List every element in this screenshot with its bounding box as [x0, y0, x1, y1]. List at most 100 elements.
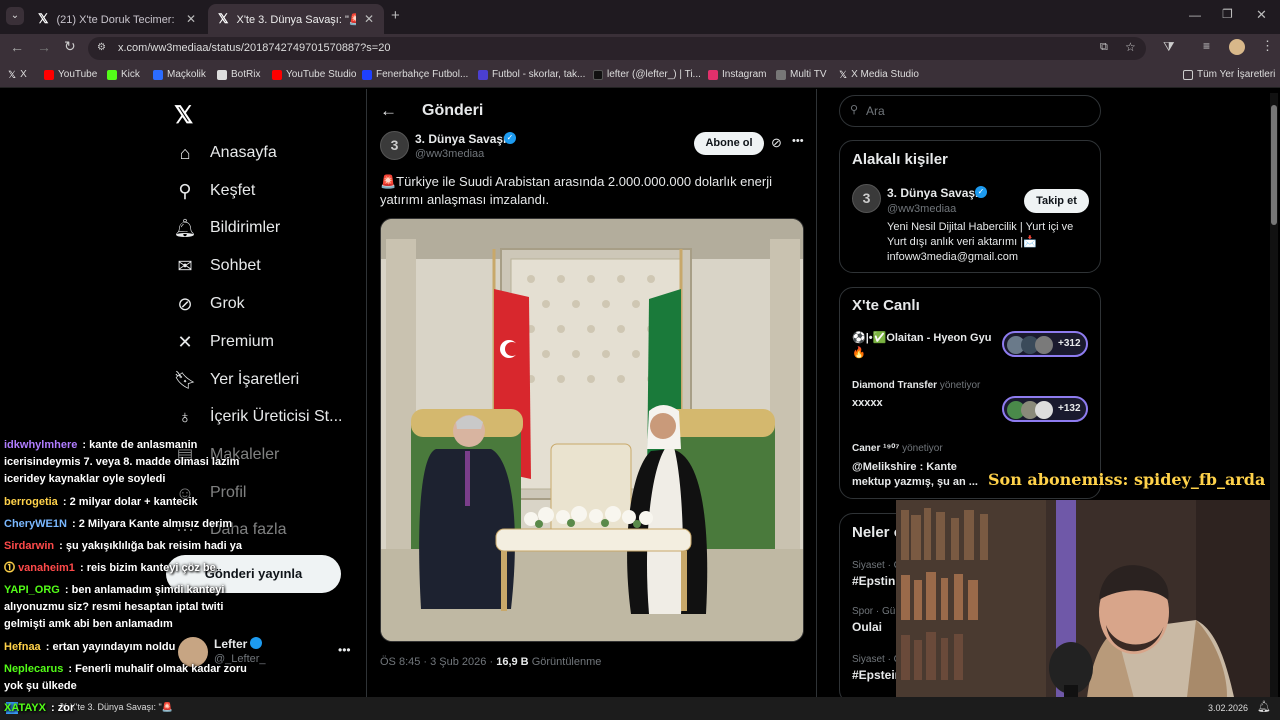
- nav-creator-studio[interactable]: ♁ İçerik Üreticisi St...: [174, 406, 342, 428]
- site-info-icon[interactable]: ⚙: [97, 42, 106, 53]
- media-icon[interactable]: ≡: [1203, 39, 1210, 53]
- x-icon: 𝕏: [839, 69, 848, 81]
- menu-icon[interactable]: ⋮: [1261, 38, 1274, 54]
- host-status: yönetiyor: [939, 380, 981, 391]
- webcam-overlay: [896, 500, 1270, 706]
- creator-icon: ♁: [178, 406, 192, 427]
- taskbar-date[interactable]: 3.02.2026: [1208, 703, 1248, 713]
- bookmark-youtube-studio[interactable]: YouTube Studio: [272, 69, 356, 80]
- listener-count: +132: [1058, 403, 1081, 414]
- related-people-panel: Alakalı kişiler 3 3. Dünya Savaşı ✓ @ww3…: [839, 140, 1101, 273]
- trend-item[interactable]: Spor · Gün Oulai: [852, 606, 901, 634]
- trend-item[interactable]: Siyaset · G #Epstin: [852, 560, 901, 588]
- bookmark-x[interactable]: 𝕏X: [8, 69, 27, 81]
- bookmark-youtube[interactable]: YouTube: [44, 69, 97, 80]
- multitv-icon: [776, 69, 786, 80]
- tab-title: (21) X'te Doruk Tecimer: " 🚨 Ö: [56, 13, 177, 26]
- chat-username: vanaheim1: [18, 562, 75, 574]
- bookmark-x-media-studio[interactable]: 𝕏X Media Studio: [839, 69, 919, 81]
- tab-1[interactable]: 𝕏 (21) X'te Doruk Tecimer: " 🚨 Ö ✕: [28, 4, 206, 34]
- live-item[interactable]: ⚽|•✅Olaitan - Hyeon Gyu 🔥 +312: [852, 331, 1092, 361]
- bookmark-tiktok[interactable]: lefter (@lefter_) | Ti...: [593, 69, 701, 80]
- close-icon[interactable]: ✕: [186, 12, 196, 26]
- author-name[interactable]: 3. Dünya Savaşı: [415, 132, 506, 146]
- chat-message: XATAYX : zor: [4, 702, 75, 714]
- restore-button[interactable]: ❐: [1222, 7, 1233, 21]
- bookmark-all[interactable]: Tüm Yer İşaretleri: [1183, 69, 1275, 80]
- post-column: ← Gönderi 3 3. Dünya Savaşı ✓ @ww3mediaa…: [366, 89, 817, 704]
- bookmark-icon: 🔖︎: [173, 369, 197, 390]
- avatar[interactable]: [1229, 39, 1245, 55]
- mail-icon: ✉: [177, 255, 193, 276]
- grok-icon[interactable]: ⊘: [771, 135, 782, 151]
- reload-icon[interactable]: ↻: [64, 38, 76, 55]
- nav-home[interactable]: ⌂ Anasayfa: [174, 142, 277, 164]
- chat-username: idkwhylmhere: [4, 439, 78, 451]
- x-logo-icon: 𝕏: [38, 11, 49, 26]
- post-time[interactable]: ÖS 8:45 · 3 Şub 2026 ·: [380, 656, 493, 668]
- close-icon[interactable]: ✕: [364, 12, 374, 26]
- panel-title: X'te Canlı: [852, 297, 920, 314]
- back-icon[interactable]: ←: [10, 39, 24, 55]
- nav-messages[interactable]: ✉ Sohbet: [174, 255, 260, 277]
- trend-item[interactable]: Siyaset · G #Epstein: [852, 654, 902, 682]
- address-bar[interactable]: ⚙ x.com/ww3mediaa/status/201874274970157…: [88, 37, 1146, 60]
- x-logo-icon[interactable]: 𝕏: [174, 101, 193, 130]
- tab-2[interactable]: 𝕏 X'te 3. Dünya Savaşı: "🚨Türkiy ✕: [208, 4, 384, 34]
- forward-icon[interactable]: →: [37, 39, 51, 55]
- chat-message: idkwhylmhere : kante de anlasmanin iceri…: [4, 439, 240, 485]
- chat-message: ⓵ vanaheim1 : reis bizim kanteyi çöz be: [4, 562, 216, 574]
- photo-illustration: [381, 219, 803, 641]
- webcam-image: [896, 500, 1270, 706]
- post-text: 🚨Türkiye ile Suudi Arabistan arasında 2.…: [380, 174, 772, 207]
- scrollbar[interactable]: [1270, 93, 1278, 701]
- listener-count: +312: [1058, 338, 1081, 349]
- follow-button[interactable]: Takip et: [1024, 189, 1089, 213]
- more-icon[interactable]: •••: [792, 135, 804, 147]
- bookmark-mackolik[interactable]: Maçkolik: [153, 69, 206, 80]
- nav-explore[interactable]: ⚲ Keşfet: [174, 180, 255, 202]
- post-image[interactable]: [380, 218, 804, 642]
- chat-text: şu yakışıklılığa bak reisim hadi ya: [65, 540, 242, 552]
- kick-icon: [107, 69, 117, 80]
- bookmark-kick[interactable]: Kick: [107, 69, 140, 80]
- chat-username: Neplecarus: [4, 663, 64, 675]
- author-avatar[interactable]: 3: [380, 131, 409, 160]
- nav-grok[interactable]: ⊘ Grok: [174, 293, 244, 315]
- live-listeners[interactable]: +132: [1002, 396, 1088, 422]
- bookmark-fenerbahce[interactable]: Fenerbahçe Futbol...: [362, 69, 468, 80]
- bookmark-instagram[interactable]: Instagram: [708, 69, 766, 80]
- nav-notifications[interactable]: 🔔︎ Bildirimler: [174, 217, 281, 239]
- minimize-button[interactable]: —: [1189, 8, 1201, 22]
- tab-search-button[interactable]: ⌄: [6, 7, 24, 25]
- chat-text: zor: [57, 702, 75, 714]
- back-icon[interactable]: ←: [380, 101, 397, 121]
- bookmark-botrix[interactable]: BotRix: [217, 69, 260, 80]
- trend-name: #Epstin: [852, 574, 896, 588]
- page-title: Gönderi: [422, 102, 484, 119]
- scrollbar-thumb[interactable]: [1271, 105, 1277, 225]
- extensions-icon[interactable]: ⧩: [1163, 39, 1175, 55]
- tiktok-icon: [593, 69, 603, 80]
- more-icon[interactable]: •••: [338, 643, 351, 657]
- verified-icon: ✓: [975, 186, 987, 198]
- related-avatar[interactable]: 3: [852, 184, 881, 213]
- bookmark-multitv[interactable]: Multi TV: [776, 69, 827, 80]
- nav-premium[interactable]: ✕ Premium: [174, 331, 274, 353]
- nav-bookmarks[interactable]: 🔖︎ Yer İşaretleri: [173, 369, 300, 391]
- notification-icon[interactable]: 🔔︎: [1257, 700, 1271, 713]
- live-listeners[interactable]: +312: [1002, 331, 1088, 357]
- related-name[interactable]: 3. Dünya Savaşı: [887, 186, 978, 200]
- new-tab-button[interactable]: +: [391, 7, 400, 24]
- close-window-button[interactable]: ✕: [1256, 7, 1267, 23]
- subscribe-button[interactable]: Abone ol: [694, 132, 764, 155]
- bookmark-futbol[interactable]: Futbol - skorlar, tak...: [478, 69, 585, 80]
- x-logo-icon: 𝕏: [218, 11, 229, 26]
- chat-message: Sirdarwin : şu yakışıklılığa bak reisim …: [4, 540, 242, 552]
- search-input[interactable]: ⚲ Ara: [839, 95, 1101, 127]
- install-icon[interactable]: ⧉: [1100, 41, 1108, 54]
- author-handle[interactable]: @ww3mediaa: [415, 148, 484, 160]
- star-icon[interactable]: ☆: [1125, 40, 1136, 54]
- trend-name: Oulai: [852, 620, 883, 634]
- live-item[interactable]: Diamond Transfer yönetiyor xxxxx +132: [852, 380, 1092, 422]
